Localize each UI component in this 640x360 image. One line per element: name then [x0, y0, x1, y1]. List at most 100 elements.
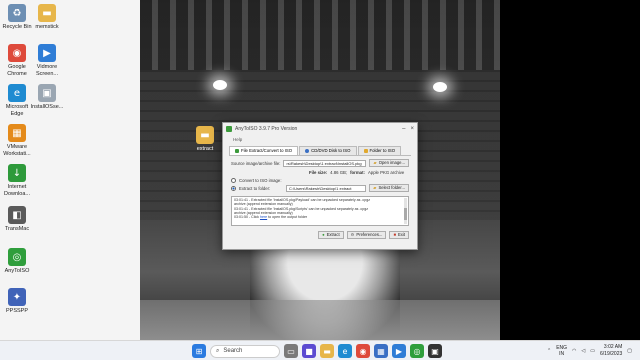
desktop-icon-recycle-bin[interactable]: ♻ Recycle Bin [0, 4, 34, 31]
wallpaper-fence [140, 0, 500, 70]
tab-label: CD/DVD Disk to ISO [311, 148, 351, 153]
extract-path-input[interactable]: C:\Users\Rakesh\Desktop\1 extract [286, 184, 367, 192]
desktop-icon-label: Recycle Bin [2, 24, 32, 30]
vidmore-icon[interactable]: ▶ [392, 344, 406, 358]
wallpaper-light [213, 80, 227, 90]
tab-file-extract[interactable]: File Extract/Convert to ISO [229, 146, 299, 155]
recycle-bin-icon: ♻ [8, 4, 26, 22]
menu-help[interactable]: Help [223, 135, 417, 144]
chevron-up-icon[interactable]: ⌃ [547, 348, 551, 354]
desktop-icon-label: Vidmore Screen... [35, 64, 58, 77]
wallpaper-floor [140, 300, 500, 340]
open-image-button[interactable]: ▰ Open image... [369, 159, 409, 167]
ppsspp-icon: ✦ [8, 288, 26, 306]
exit-icon: ■ [393, 232, 397, 237]
scrollbar-thumb[interactable] [404, 208, 407, 220]
folder-icon: ▰ [373, 185, 377, 190]
close-icon[interactable]: × [410, 126, 414, 132]
download-icon: ↓ [8, 164, 26, 182]
extract-button[interactable]: ● Extract [318, 231, 344, 239]
lang-top: ENG [556, 344, 568, 351]
desktop-icon-ppsspp[interactable]: ✦ PPSSPP [0, 288, 34, 315]
taskbar-search[interactable]: ⌕ Search [210, 344, 280, 358]
language-indicator[interactable]: ENG IN [556, 345, 567, 357]
log-scrollbar[interactable] [404, 198, 407, 224]
gear-icon: ⚙ [350, 232, 355, 237]
app-icon[interactable]: ▣ [428, 344, 442, 358]
log-area[interactable]: 03:01:41 - Extracted file 'InstallOS.pkg… [231, 196, 409, 226]
installer-icon: ▣ [38, 84, 56, 102]
desktop-icon-vidmore[interactable]: ▶ Vidmore Screen... [30, 44, 64, 77]
anytoiso-app-icon [226, 126, 232, 132]
edge-icon[interactable]: e [338, 344, 352, 358]
desktop-icon-label: Microsoft Edge [5, 104, 29, 117]
desktop-icon-memstick[interactable]: ▬ memstick [30, 4, 64, 31]
desktop-icon-transmac[interactable]: ◧ TransMac [0, 206, 34, 233]
convert-row: Convert to ISO image: [231, 178, 409, 183]
extract-button-label: Extract [326, 232, 340, 237]
desktop-icon-idm[interactable]: ↓ Internet Downloa... [0, 164, 34, 197]
tab-bar: File Extract/Convert to ISO CD/DVD Disk … [229, 146, 411, 156]
system-tray: ⌃ ENG IN ◠ ◁ ▭ 3:02 AM 6/19/2023 ▢ [547, 344, 632, 357]
task-view-icon[interactable]: ▭ [284, 344, 298, 358]
desktop-icon-installosse[interactable]: ▣ InstallOSse... [30, 84, 64, 111]
search-placeholder: Search [223, 348, 243, 354]
desktop-icon-label: extract [196, 146, 214, 152]
vidmore-icon: ▶ [38, 44, 56, 62]
extract-radio[interactable] [231, 185, 236, 191]
volume-icon[interactable]: ◁ [581, 348, 585, 354]
desktop-icon-label: Internet Downloa... [4, 184, 30, 197]
file-size-label: File size: [309, 170, 328, 175]
battery-icon[interactable]: ▭ [590, 348, 595, 354]
date: 6/19/2023 [600, 350, 623, 357]
window-title: AnyToISO 3.9.7 Pro Version [235, 126, 298, 132]
desktop-dark-area [500, 0, 640, 340]
select-folder-label: Select folder... [378, 185, 405, 190]
meet-icon[interactable]: ■ [302, 344, 316, 358]
file-explorer-icon[interactable]: ▬ [320, 344, 334, 358]
anytoiso-icon[interactable]: ◎ [410, 344, 424, 358]
time: 3:02 AM [603, 344, 623, 350]
tab-cd-dvd[interactable]: CD/DVD Disk to ISO [299, 146, 357, 155]
taskbar: ⊞ ⌕ Search ▭ ■ ▬ e ◉ ▦ ▶ ◎ ▣ ⌃ ENG IN ◠ … [0, 340, 640, 360]
source-label: Source image/archive file: [231, 160, 281, 166]
dialog-buttons: ● Extract ⚙ Preferences... ■ Exit [231, 231, 409, 239]
extract-row: Extract to folder: C:\Users\Rakesh\Deskt… [231, 184, 409, 192]
desktop-icon-vmware[interactable]: ▦ VMware Workstati... [0, 124, 34, 157]
convert-label: Convert to ISO image: [239, 178, 282, 183]
extract-label: Extract to folder: [239, 185, 271, 191]
desktop-icon-anytoiso[interactable]: ◎ AnyToISO [0, 248, 34, 275]
preferences-button[interactable]: ⚙ Preferences... [346, 231, 387, 239]
folder-open-icon: ▰ [373, 160, 377, 165]
file-size-value: 4.86 GB; [330, 170, 348, 175]
source-input[interactable]: rs\Rakesh\Desktop\1 extract\InstallOS.pk… [283, 159, 367, 167]
select-folder-button[interactable]: ▰ Select folder... [369, 184, 409, 192]
chrome-icon[interactable]: ◉ [356, 344, 370, 358]
exit-button[interactable]: ■ Exit [389, 231, 409, 239]
wifi-icon[interactable]: ◠ [572, 348, 576, 354]
format-label: format: [350, 170, 365, 175]
store-icon[interactable]: ▦ [374, 344, 388, 358]
extract-icon: ● [322, 232, 325, 237]
windows-start-icon[interactable]: ⊞ [192, 344, 206, 358]
chrome-icon: ◉ [8, 44, 26, 62]
notification-icon[interactable]: ▢ [627, 348, 632, 354]
search-icon: ⌕ [216, 347, 220, 354]
log-line: 03:01:50 - Click here to open the output… [234, 215, 406, 219]
file-info-row: File size: 4.86 GB; format: Apple PKG ar… [231, 170, 409, 175]
vmware-icon: ▦ [8, 124, 26, 142]
tab-folder-to-iso[interactable]: Folder to ISO [357, 146, 402, 155]
wallpaper-light [433, 82, 447, 92]
convert-radio[interactable] [231, 178, 236, 183]
transmac-icon: ◧ [8, 206, 26, 224]
disc-icon [305, 149, 310, 153]
format-value: Apple PKG archive [367, 170, 405, 175]
exit-button-label: Exit [398, 232, 405, 237]
desktop-icon-label: Google Chrome [7, 64, 27, 77]
desktop-icon-extract-folder[interactable]: ▬ extract [188, 126, 222, 153]
desktop-icon-chrome[interactable]: ◉ Google Chrome [0, 44, 34, 77]
minimize-icon[interactable]: – [402, 126, 405, 132]
desktop-icon-edge[interactable]: e Microsoft Edge [0, 84, 34, 117]
clock[interactable]: 3:02 AM 6/19/2023 [600, 344, 622, 357]
desktop-icon-label: VMware Workstati... [3, 144, 31, 157]
